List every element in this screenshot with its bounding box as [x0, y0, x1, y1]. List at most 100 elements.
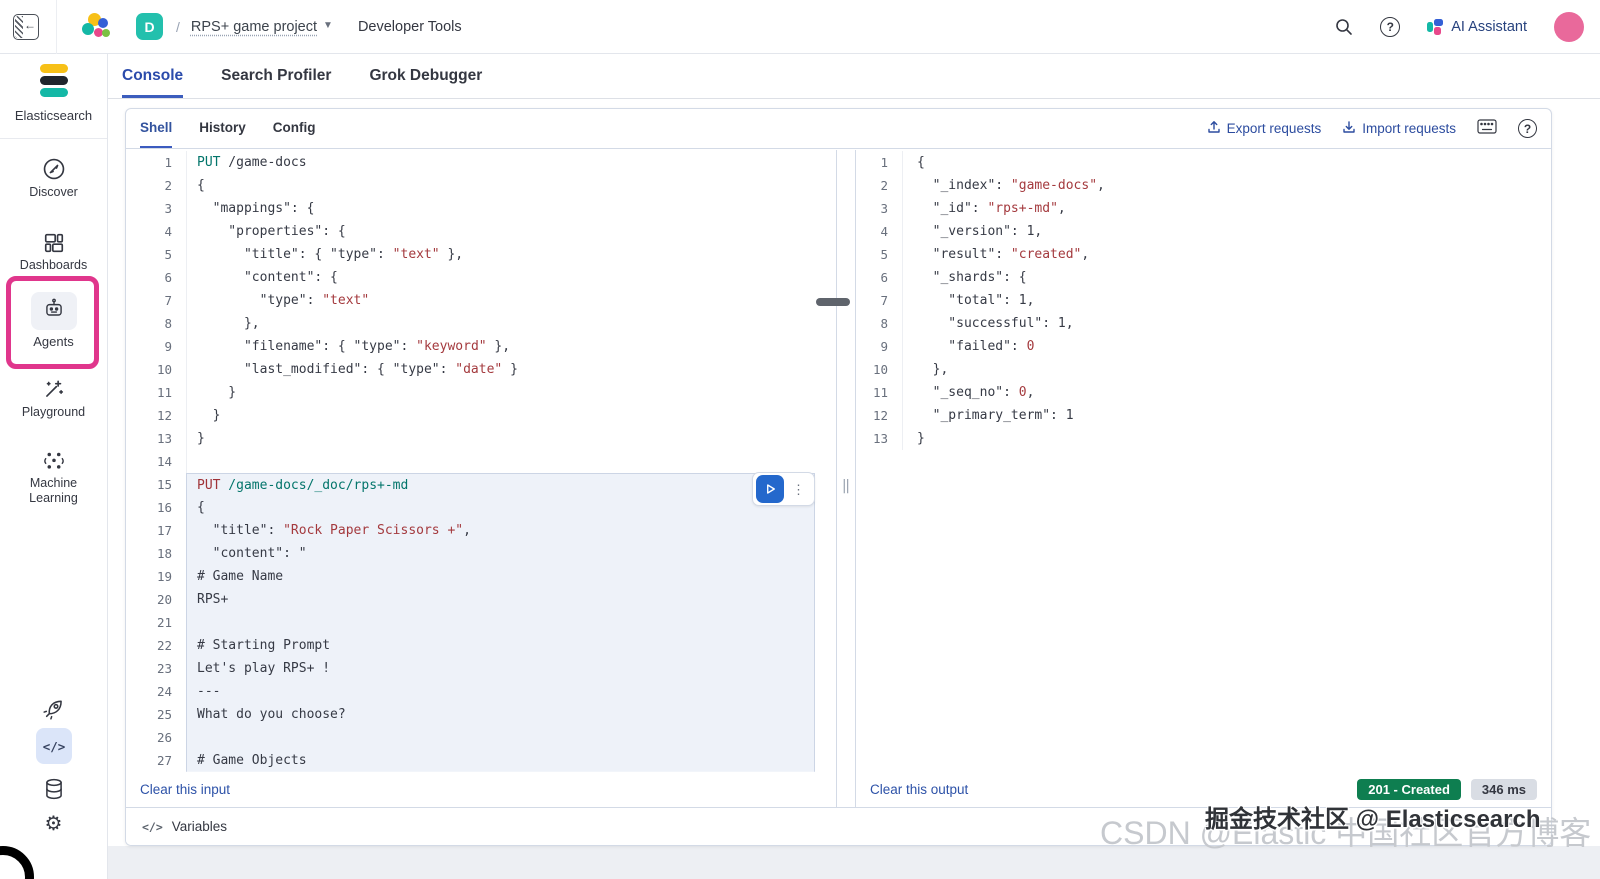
tab-config[interactable]: Config: [273, 109, 316, 148]
sidebar-item-discover-label[interactable]: Discover: [0, 185, 107, 200]
code-text[interactable]: "_primary_term": 1: [902, 404, 1551, 427]
code-text[interactable]: }: [186, 427, 815, 450]
code-text[interactable]: "_index": "game-docs",: [902, 174, 1551, 197]
code-text[interactable]: # Game Objects: [186, 749, 815, 772]
code-line: 13}: [856, 427, 1551, 450]
request-editor-pane[interactable]: 1 PUT /game-docs 2{3 "mappings": {4 "prope…: [126, 150, 837, 807]
code-text[interactable]: "failed": 0: [902, 335, 1551, 358]
sidebar-item-data[interactable]: [0, 776, 107, 802]
code-text[interactable]: "_seq_no": 0,: [902, 381, 1551, 404]
code-text[interactable]: }: [186, 381, 815, 404]
code-text[interactable]: "successful": 1,: [902, 312, 1551, 335]
ai-assistant-button[interactable]: AI Assistant: [1427, 18, 1527, 35]
clear-input-link[interactable]: Clear this input: [140, 782, 230, 797]
editor-scrollbar-thumb[interactable]: [816, 298, 850, 306]
code-text[interactable]: "content": {: [186, 266, 815, 289]
code-text[interactable]: "type": "text": [186, 289, 815, 312]
code-text[interactable]: "result": "created",: [902, 243, 1551, 266]
collapse-sidebar-icon[interactable]: ←: [13, 13, 39, 40]
code-text[interactable]: },: [186, 312, 815, 335]
line-number: 14: [156, 454, 172, 469]
code-text[interactable]: PUT /game-docs: [186, 151, 815, 174]
code-text[interactable]: "_id": "rps+-md",: [902, 197, 1551, 220]
line-number: 4: [880, 224, 888, 239]
tab-shell[interactable]: Shell: [140, 109, 173, 148]
code-text[interactable]: # Starting Prompt: [186, 634, 815, 657]
sidebar-item-dev-tools-active[interactable]: </>: [36, 728, 72, 764]
chevron-down-icon[interactable]: ▼: [323, 20, 333, 31]
code-text[interactable]: }: [902, 427, 1551, 450]
code-text[interactable]: RPS+: [186, 588, 815, 611]
import-icon: [1342, 120, 1356, 137]
line-number: 6: [164, 270, 172, 285]
send-request-button[interactable]: [756, 475, 784, 503]
code-text[interactable]: "title": { "type": "text" },: [186, 243, 815, 266]
code-text[interactable]: # Game Name: [186, 565, 815, 588]
code-text[interactable]: {: [186, 174, 815, 197]
sidebar-item-dashboards-label[interactable]: Dashboards: [0, 258, 107, 273]
console-panel: Shell History Config Export requests Imp…: [125, 108, 1552, 846]
sidebar-item-dashboards[interactable]: [0, 230, 107, 256]
code-text[interactable]: "title": "Rock Paper Scissors +",: [186, 519, 815, 542]
sidebar-item-machine-learning-label[interactable]: Machine Learning: [0, 476, 107, 506]
line-number: 9: [164, 339, 172, 354]
code-text[interactable]: },: [902, 358, 1551, 381]
code-text[interactable]: "content": ": [186, 542, 815, 565]
code-text[interactable]: ---: [186, 680, 815, 703]
code-text[interactable]: "mappings": {: [186, 197, 815, 220]
code-line: 21: [126, 611, 836, 634]
code-text[interactable]: "_shards": {: [902, 266, 1551, 289]
code-line: 14: [126, 450, 836, 473]
tab-grok-debugger[interactable]: Grok Debugger: [369, 54, 482, 98]
line-number: 13: [872, 431, 888, 446]
keyboard-shortcuts-icon[interactable]: [1477, 118, 1497, 139]
line-number: 10: [156, 362, 172, 377]
tab-history[interactable]: History: [199, 109, 246, 148]
code-line: 7 "total": 1,: [856, 289, 1551, 312]
code-text[interactable]: {: [902, 151, 1551, 174]
sidebar-item-settings[interactable]: ⚙: [0, 814, 107, 835]
sidebar-item-agents-label[interactable]: Agents: [0, 334, 107, 349]
breadcrumb-project[interactable]: RPS+ game project: [191, 19, 317, 35]
line-number: 15: [156, 477, 172, 492]
import-requests-button[interactable]: Import requests: [1342, 120, 1456, 137]
code-text[interactable]: {: [186, 496, 815, 519]
code-text[interactable]: "properties": {: [186, 220, 815, 243]
variables-label: Variables: [171, 819, 228, 834]
help-icon[interactable]: ?: [1380, 16, 1401, 37]
code-text[interactable]: PUT /game-docs/_doc/rps+-md: [186, 473, 815, 496]
left-arrow-icon: ←: [24, 17, 36, 32]
code-text[interactable]: What do you choose?: [186, 703, 815, 726]
code-text[interactable]: [186, 726, 815, 749]
export-requests-button[interactable]: Export requests: [1207, 120, 1321, 137]
code-text[interactable]: "last_modified": { "type": "date" }: [186, 358, 815, 381]
request-options-kebab-icon[interactable]: ⋮: [789, 481, 808, 498]
sidebar-item-agents[interactable]: [0, 292, 107, 330]
user-avatar[interactable]: [1554, 11, 1584, 42]
sidebar-item-machine-learning[interactable]: [0, 448, 107, 474]
tab-search-profiler[interactable]: Search Profiler: [221, 54, 331, 98]
code-text[interactable]: }: [186, 404, 815, 427]
dev-tools-tabs: Console Search Profiler Grok Debugger: [108, 54, 1600, 99]
console-help-icon[interactable]: ?: [1518, 119, 1537, 138]
code-text[interactable]: "filename": { "type": "keyword" },: [186, 335, 815, 358]
deployment-badge[interactable]: D: [136, 13, 163, 40]
response-output-pane[interactable]: 1{2 "_index": "game-docs", 3 "_id": "rps+…: [855, 150, 1551, 807]
code-text[interactable]: [186, 450, 815, 473]
pane-resizer-handle[interactable]: ‖: [837, 466, 855, 506]
search-icon[interactable]: [1335, 18, 1353, 36]
code-text[interactable]: "total": 1,: [902, 289, 1551, 312]
code-text[interactable]: Let's play RPS+ !: [186, 657, 815, 680]
sidebar-item-playground[interactable]: [0, 376, 107, 402]
code-line: 10 "last_modified": { "type": "date" }: [126, 358, 836, 381]
sidebar-item-discover[interactable]: [0, 156, 107, 182]
clear-output-link[interactable]: Clear this output: [870, 782, 968, 797]
code-text[interactable]: [186, 611, 815, 634]
code-text[interactable]: "_version": 1,: [902, 220, 1551, 243]
status-badge: 201 - Created: [1357, 778, 1461, 800]
tab-console[interactable]: Console: [122, 54, 184, 98]
sidebar-item-rocket[interactable]: [0, 696, 107, 722]
elastic-logo-icon[interactable]: [82, 12, 110, 41]
code-line: 22 # Starting Prompt: [126, 634, 836, 657]
sidebar-item-playground-label[interactable]: Playground: [0, 405, 107, 420]
